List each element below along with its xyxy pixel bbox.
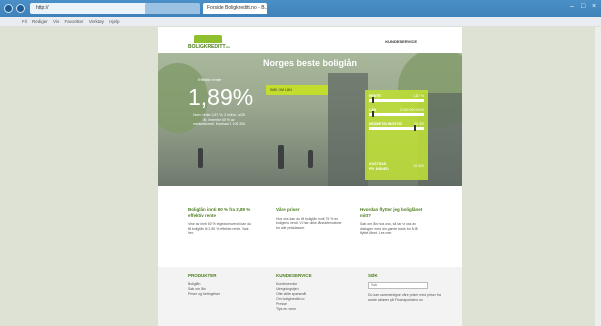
tab-active[interactable]: Forside Boligkreditt.no - B... [203,3,267,14]
background-person [198,148,203,168]
search-note: Du kan sammenligne våre priser med prise… [368,293,441,302]
info-title[interactable]: Våre priser [276,207,342,213]
search-input[interactable]: Søk [368,282,428,289]
menu-file[interactable]: Fil [22,19,27,24]
calc-value: 2 000 000 NOK [399,108,424,112]
slider-handle[interactable] [414,125,417,131]
effective-rate: 1,89% [188,84,254,110]
info-text: Vise av innti 60 % eigedomsverdi kan du … [188,222,251,235]
calc-row-loan: LÅN 2 000 000 NOK [369,108,424,122]
cost-value: 10 000 [413,164,424,168]
hero-title: Norges beste boliglån [262,58,358,68]
info-text: Søk om lån hos oss, så tar vi oss av dia… [360,222,418,235]
cost-label: KOSTNAD [369,162,387,166]
rate-description: Nom. rente 1,87 %. 2 mill.kr. o/25 år, i… [192,113,246,126]
menu-bar: Fil Rediger Vis Favoritter Verktøy Hjelp [0,17,601,26]
info-title[interactable]: Boliglån innti 60 % fra 2,89 % effektiv … [188,207,254,218]
apply-loan-button[interactable]: SØK OM LÅN [266,85,328,95]
minimize-icon[interactable]: – [570,3,574,10]
web-page: BOLIGKREDITT.no KUNDESERVICE Norges best… [158,27,462,326]
background-person [278,145,284,169]
logo-text: BOLIGKREDITT [188,44,226,50]
footer-heading: KUNDESERVICE [276,273,312,278]
info-box: Våre priser Hos oss kan du få boliglån i… [276,207,342,230]
info-title[interactable]: Hvordan flytter jeg boliglånet mitt? [360,207,426,218]
calc-row-term: NEDBETALINGSTID 25 ÅR [369,122,424,136]
background-person [308,150,313,168]
footer-search: SØK Søk Du kan sammenligne våre priser m… [368,273,443,302]
customer-service-link[interactable]: KUNDESERVICE [385,39,417,44]
monthly-cost: KOSTNAD PR. MÅNED 10 000 [369,162,424,174]
footer-heading: PRODUKTER [188,273,217,278]
menu-view[interactable]: Vis [53,19,59,24]
calc-label: NEDBETALINGSTID [369,122,402,126]
rate-slider[interactable] [369,99,424,102]
forward-icon[interactable] [16,4,25,13]
slider-handle[interactable] [371,97,374,103]
loan-slider[interactable] [369,113,424,116]
scrollbar[interactable] [595,27,601,326]
close-icon[interactable]: × [592,3,596,10]
loan-calculator: RENTE 1,87 % LÅN 2 000 000 NOK NEDBETALI… [365,90,428,180]
footer-service: KUNDESERVICE Kundeservice Utregningstjen… [276,273,351,312]
menu-edit[interactable]: Rediger [32,19,48,24]
footer-link[interactable]: Tips en venn [276,307,351,312]
calc-value: 1,87 % [413,94,424,98]
footer-link[interactable]: Priser og betingelser [188,292,263,297]
maximize-icon[interactable]: □ [581,3,585,10]
slider-handle[interactable] [371,111,374,117]
background-building [328,73,368,186]
tab-inactive[interactable] [145,3,200,14]
footer-products: PRODUKTER Boliglån Søk om lån Priser og … [188,273,263,297]
footer-heading: SØK [368,273,378,278]
logo-suffix: .no [225,45,231,49]
calc-row-rate: RENTE 1,87 % [369,94,424,108]
site-footer: PRODUKTER Boliglån Søk om lån Priser og … [158,267,462,326]
site-header: BOLIGKREDITT.no KUNDESERVICE [158,27,462,53]
menu-favorites[interactable]: Favoritter [64,19,83,24]
hero-banner: Norges beste boliglån Effektiv rente 1,8… [158,53,462,186]
info-text: Hos oss kan du få boliglån innti 75 % av… [276,216,342,230]
house-icon [194,35,222,43]
per-month-label: PR. MÅNED [369,167,389,171]
menu-tools[interactable]: Verktøy [89,19,104,24]
info-box: Hvordan flytter jeg boliglånet mitt? Søk… [360,207,426,236]
rate-label: Effektiv rente [198,77,222,82]
back-icon[interactable] [4,4,13,13]
menu-help[interactable]: Hjelp [109,19,119,24]
info-box: Boliglån innti 60 % fra 2,89 % effektiv … [188,207,254,236]
